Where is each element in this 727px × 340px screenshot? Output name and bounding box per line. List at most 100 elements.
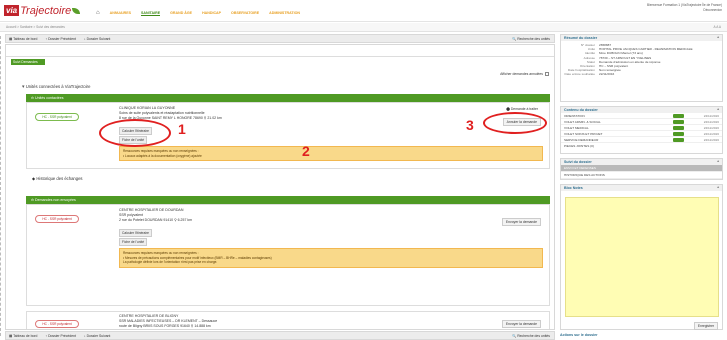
follow-up-title-text: Suivi du dossier — [564, 160, 592, 164]
home-icon[interactable]: ⌂ — [96, 10, 100, 16]
summary-rows: N° dossier 2658887 Unité HOPITAL PRIVE JAC… — [561, 41, 722, 79]
search-units-label: Recherche des unités — [517, 36, 550, 41]
search-units-button[interactable]: 🔍 Recherche des unités — [512, 334, 550, 338]
previous-record-button[interactable]: ↑ Dossier Précédent — [45, 37, 76, 41]
logout-link[interactable]: Déconnexion — [647, 8, 722, 13]
content-item-date: 22/11/2016 — [703, 113, 719, 118]
notes-textarea[interactable] — [565, 197, 719, 317]
unit-card-2: HC - SSR polyvalent CENTRE HOSPITALIER D… — [26, 204, 550, 306]
font-size-controls[interactable]: A A A — [714, 25, 721, 29]
send-request-button[interactable]: Envoyer la demande — [501, 320, 541, 328]
status-badge — [672, 131, 684, 136]
left-dashed-guide — [0, 36, 2, 336]
summary-value: 22/11/2016 — [599, 72, 615, 77]
viatrajectoire-logo[interactable]: via Trajectoire — [4, 4, 81, 17]
collapse-icon[interactable]: ▴ — [717, 185, 719, 189]
collapse-icon[interactable]: ▴ — [717, 107, 719, 111]
nav-grand-age[interactable]: GRAND ÂGE — [170, 11, 192, 15]
annotation-number-1: 1 — [178, 121, 186, 137]
content-item-date: 22/11/2016 — [703, 131, 719, 136]
dashboard-button[interactable]: ▦ Tableau de bord — [9, 334, 37, 338]
collapse-icon[interactable]: ▴ — [717, 159, 719, 163]
follow-up-panel: Suivi du dossier ▴ ENVOI ET DEFENSES HIST… — [560, 158, 723, 180]
collapse-icon[interactable]: ▴ — [717, 35, 719, 39]
show-cancelled-toggle[interactable]: Afficher demandes annulées — [500, 72, 549, 76]
unit-tag: HC - SSR polyvalent — [35, 113, 79, 121]
unit-distance: 14.888 km — [194, 324, 211, 328]
warning-item-text: Locaux adaptés à la documentation (oxygè… — [125, 153, 202, 158]
unit-tag: HC - SSR polyvalent — [35, 215, 79, 223]
search-units-label: Recherche des unités — [517, 333, 550, 338]
logo-text: Trajectoire — [20, 4, 72, 17]
section-contacted[interactable]: ⊖ Unités contactées — [26, 94, 550, 102]
content-title[interactable]: Contenu du dossier ▴ — [561, 107, 722, 113]
nav-handicap[interactable]: HANDICAP — [202, 11, 221, 15]
tab-suivi-demandes[interactable]: Suivi Demandes — [11, 59, 45, 65]
content-item[interactable]: PIECES JOINTES (0) — [561, 143, 722, 149]
follow-up-item[interactable]: HISTORIQUE DES ACTIONS — [561, 172, 722, 179]
dashboard-label: Tableau de bord — [13, 36, 38, 41]
section-not-sent[interactable]: ⊖ Demandes non envoyées — [26, 196, 550, 204]
breadcrumb: Accueil > Sanitaire > Suivi des demandes… — [0, 23, 727, 32]
save-notes-button[interactable]: Enregistrer — [693, 322, 718, 330]
nav-administration[interactable]: ADMINISTRATION — [269, 11, 300, 15]
content-item-date: 22/11/2016 — [703, 119, 719, 124]
send-request-button[interactable]: Envoyer la demande — [501, 218, 541, 226]
content-item-label: PIECES JOINTES (0) — [564, 144, 594, 148]
warning-box: Ressources requises marquées ou non rens… — [119, 146, 543, 162]
connected-units-title[interactable]: ▾ Unités connectées à ViaTrajectoire — [22, 84, 90, 90]
unit-address: 2 rue du Potelet DOURDAN 91410 ⚲ 6.257 k… — [119, 218, 192, 223]
unit-address-text: route de Bligny BRIIS SOUS FORGES 91640 — [119, 324, 190, 328]
previous-record-button[interactable]: ↑ Dossier Précédent — [45, 334, 76, 338]
show-cancelled-checkbox[interactable] — [545, 72, 549, 76]
nav-sanitaire[interactable]: SANITAIRE — [141, 11, 161, 16]
unit-tag: HC - SSR polyvalent — [35, 320, 79, 328]
main-nav: ⌂ ANNUAIRES SANITAIRE GRAND ÂGE HANDICAP… — [96, 10, 300, 16]
record-toolbar-bottom: ▦ Tableau de bord ↑ Dossier Précédent ↓ … — [5, 331, 555, 340]
content-item-label: VOLET ADMIN. & SOCIAL — [564, 119, 601, 124]
unit-info: CENTRE HOSPITALIER DE BLIGNY SSR MALADIE… — [119, 314, 217, 329]
nav-observatoire[interactable]: OBSERVATOIRE — [231, 11, 259, 15]
content-item-label: SERVICE DEMANDEUR — [564, 137, 599, 142]
annotation-ellipse-1 — [99, 119, 171, 147]
unit-distance: 6.257 km — [177, 218, 193, 222]
annotation-number-3: 3 — [466, 117, 474, 133]
unit-distance: 21.02 km — [207, 116, 222, 120]
itinerary-button[interactable]: Calculer l'itinéraire — [119, 229, 153, 237]
warning-item-text: Mesures de précautions complémentaires p… — [125, 255, 272, 260]
follow-up-item[interactable]: ENVOI ET DEFENSES — [561, 165, 722, 172]
notes-title[interactable]: Bloc Notes ▴ — [561, 185, 722, 191]
location-pin-icon: ⚲ — [190, 324, 194, 328]
section-contacted-label: Unités contactées — [35, 96, 64, 100]
dashboard-button[interactable]: ▦ Tableau de bord — [9, 37, 37, 41]
summary-title[interactable]: Résumé du dossier ▴ — [561, 35, 722, 41]
content-item-label: ORIENTATION — [564, 113, 585, 118]
warning-box: Ressources requises marquées ou non rens… — [119, 248, 543, 268]
next-record-button[interactable]: ↓ Dossier Suivant — [84, 334, 110, 338]
next-label: Dossier Suivant — [86, 333, 111, 338]
nav-annuaires[interactable]: ANNUAIRES — [110, 11, 131, 15]
summary-panel: Résumé du dossier ▴ N° dossier 2658887 Uni… — [560, 34, 723, 102]
next-record-button[interactable]: ↓ Dossier Suivant — [84, 37, 110, 41]
search-units-button[interactable]: 🔍 Recherche des unités — [512, 37, 550, 41]
actions-title[interactable]: Actions sur le dossier — [560, 333, 598, 337]
history-title[interactable]: ◆ Historique des échanges — [32, 176, 83, 181]
follow-up-title[interactable]: Suivi du dossier ▴ — [561, 159, 722, 165]
unit-address-text: 2 rue du Potelet DOURDAN 91410 — [119, 218, 174, 222]
status-badge — [672, 137, 684, 142]
annotation-number-2: 2 — [302, 143, 310, 159]
unit-sheet-button[interactable]: Fiche de l'unité — [119, 238, 148, 246]
connected-units-label: Unités connectées à ViaTrajectoire — [25, 84, 91, 89]
previous-label: Dossier Précédent — [48, 333, 76, 338]
dashboard-label: Tableau de bord — [13, 333, 38, 338]
warning-item: • Locaux adaptés à la documentation (oxy… — [123, 153, 202, 158]
summary-key: Date entrée souhaitée — [564, 72, 595, 77]
content-panel: Contenu du dossier ▴ ORIENTATION 22/11/201… — [560, 106, 723, 154]
user-info: Bienvenue Formation 1 (ViaTrajectoire Îl… — [647, 3, 722, 13]
breadcrumb-text[interactable]: Accueil > Sanitaire > Suivi des demandes — [6, 25, 65, 29]
status-badge — [672, 113, 684, 118]
logo-prefix: via — [4, 5, 20, 16]
summary-row: Date entrée souhaitée 22/11/2016 — [563, 72, 720, 76]
status-label: Demande à traiter — [510, 107, 538, 111]
request-status: ⬤ Demande à traiter — [503, 106, 541, 112]
